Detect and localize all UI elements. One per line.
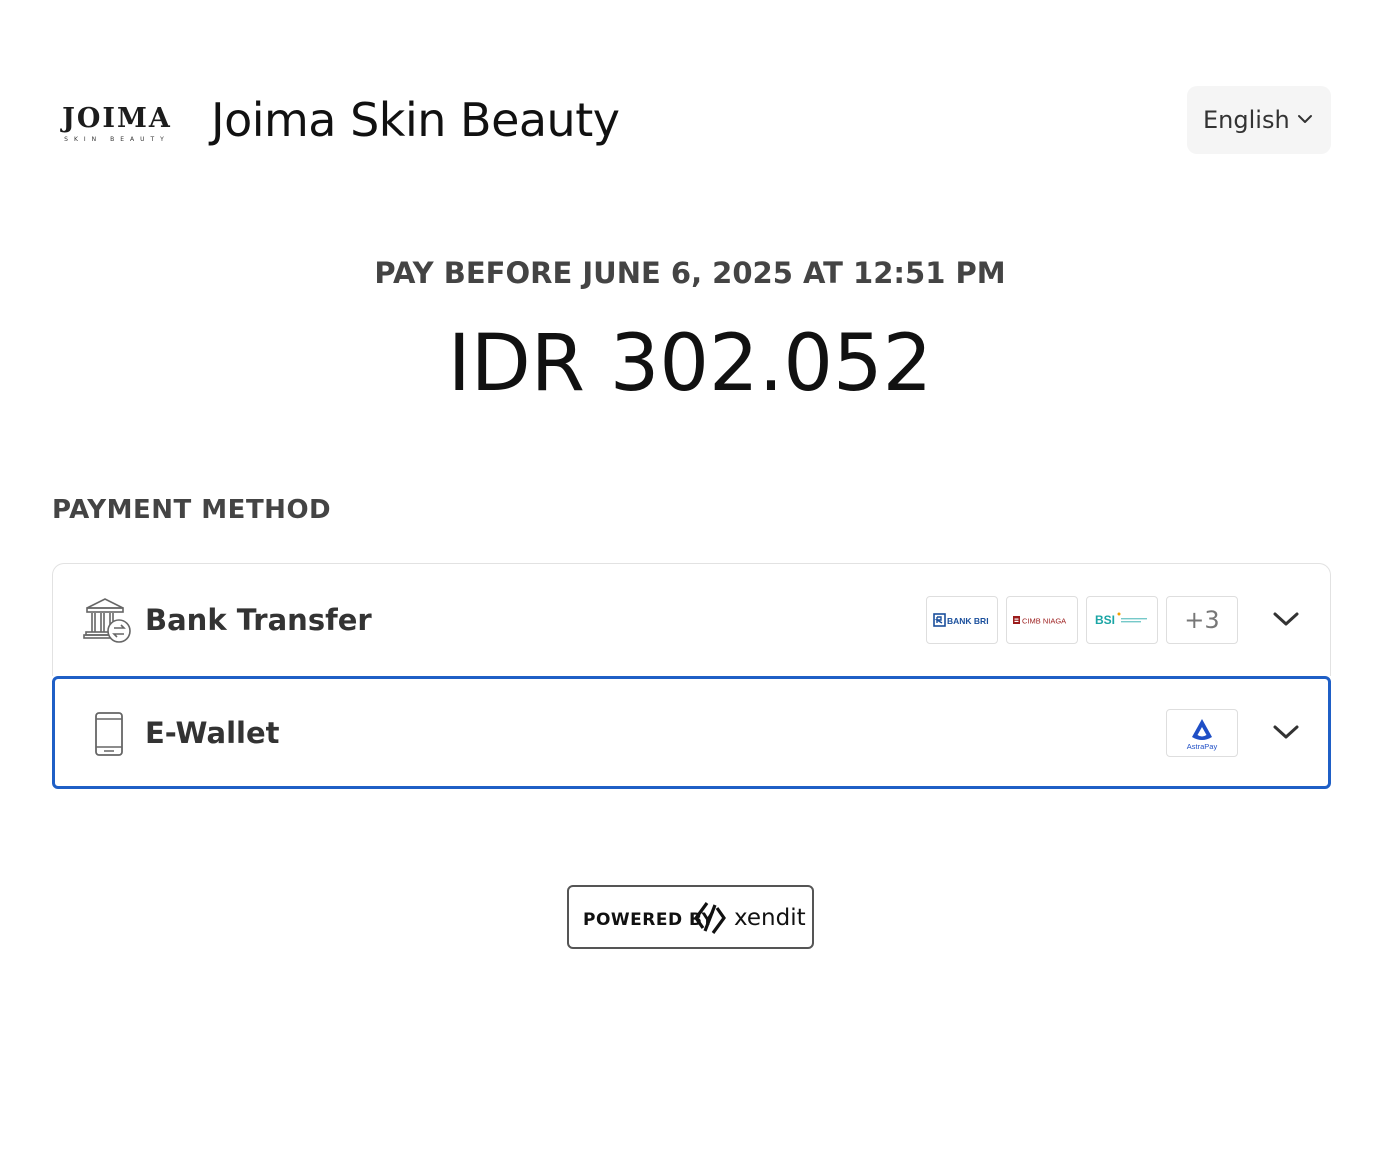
powered-by-badge[interactable]: POWERED BY xendit [567,885,814,949]
language-selector[interactable]: English [1187,86,1331,154]
more-banks-count: +3 [1184,606,1220,634]
bri-logo-text: BANK BRI [947,616,989,626]
language-label: English [1203,106,1290,134]
more-banks-badge: +3 [1166,596,1238,644]
logo-wordmark: JOIMA [62,103,172,134]
bri-logo-icon: BANK BRI [933,613,989,627]
mobile-phone-icon [95,712,123,756]
xendit-logo-icon [694,902,726,934]
xendit-wordmark: xendit [734,905,806,931]
payment-method-bank-transfer[interactable]: Bank Transfer BANK BRI CIMB NIAGA BSI +3 [52,563,1331,676]
astrapay-logo-icon: AstraPay [1187,719,1218,751]
merchant-name: Joima Skin Beauty [211,93,620,147]
bank-transfer-icon [83,598,131,643]
merchant-logo: JOIMA SKIN BEAUTY [58,104,176,146]
header: JOIMA SKIN BEAUTY Joima Skin Beauty Engl… [52,86,1331,154]
bank-logo-bsi: BSI [1086,596,1158,644]
bsi-logo-text: BSI [1095,613,1115,627]
bank-logo-cimb: CIMB NIAGA [1006,596,1078,644]
payment-deadline: PAY BEFORE JUNE 6, 2025 AT 12:51 PM [374,256,1006,290]
cimb-logo-text: CIMB NIAGA [1022,617,1066,626]
wallet-logo-astrapay: AstraPay [1166,709,1238,757]
chevron-down-icon[interactable] [1272,610,1300,628]
cimb-logo-icon: CIMB NIAGA [1013,616,1066,626]
payment-method-e-wallet[interactable]: E-Wallet AstraPay [52,676,1331,789]
e-wallet-label: E-Wallet [145,716,280,750]
chevron-down-icon [1298,115,1312,123]
payment-method-heading: PAYMENT METHOD [52,495,332,525]
invoice-amount: IDR 302.052 [447,319,933,409]
astrapay-logo-text: AstraPay [1187,742,1218,751]
bank-logo-bri: BANK BRI [926,596,998,644]
chevron-down-icon[interactable] [1272,723,1300,741]
bank-transfer-label: Bank Transfer [145,603,372,637]
bsi-logo-icon: BSI [1095,612,1147,627]
logo-subtitle: SKIN BEAUTY [64,136,170,143]
